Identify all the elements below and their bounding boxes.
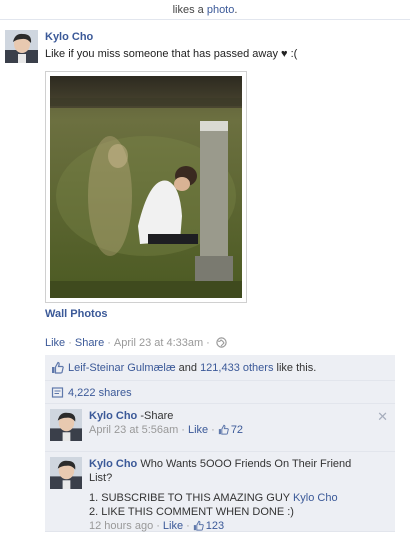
commenter-name[interactable]: Kylo Cho — [89, 458, 137, 470]
thumbs-up-icon — [218, 424, 229, 439]
comment-meta: April 23 at 5:56am · Like · 72 — [89, 424, 243, 436]
comment-mention-link[interactable]: Kylo Cho — [293, 492, 338, 504]
comment-line-2: 2. LIKE THIS COMMENT WHEN DONE :) — [89, 506, 294, 518]
globe-icon[interactable] — [216, 337, 227, 351]
comment-item: Kylo Cho -Share April 23 at 5:56am · Like ·… — [45, 404, 395, 452]
comment-likes-count[interactable]: 72 — [218, 424, 243, 436]
post-photo[interactable] — [45, 71, 247, 303]
comment-likes-value: 123 — [205, 520, 225, 532]
separator-dot: · — [186, 520, 190, 532]
post-message: Like if you miss someone that has passed… — [45, 48, 298, 60]
comment-body: Kylo Cho Who Wants 5OOO Friends On Their… — [89, 457, 375, 535]
comment-meta: 12 hours ago · Like · 123 — [89, 520, 224, 532]
liker-name-link[interactable]: Leif-Steinar Gulmælæ — [68, 362, 176, 374]
shares-count-link[interactable]: 4,222 shares — [68, 387, 132, 399]
likes-suffix: like this. — [273, 362, 317, 374]
activity-header: likes a photo. — [0, 0, 410, 20]
comment-line-1: 1. SUBSCRIBE TO THIS AMAZING GUY — [89, 492, 293, 504]
commenter-name[interactable]: Kylo Cho — [89, 410, 137, 422]
activity-prefix: likes a — [172, 4, 207, 16]
commenter-avatar[interactable] — [50, 409, 82, 441]
author-avatar[interactable] — [5, 30, 38, 63]
photo-thumbnail — [50, 76, 242, 298]
close-icon[interactable]: ✕ — [377, 409, 388, 425]
post-author-name[interactable]: Kylo Cho — [45, 31, 93, 43]
comment-item: Kylo Cho Who Wants 5OOO Friends On Their… — [45, 452, 395, 532]
post-actions: Like · Share · April 23 at 4:33am · — [45, 337, 227, 351]
share-icon — [51, 386, 64, 402]
commenter-avatar[interactable] — [50, 457, 82, 489]
separator-dot: · — [156, 520, 160, 532]
shares-summary: 4,222 shares — [45, 381, 395, 404]
separator-dot: · — [107, 337, 111, 349]
post-timestamp[interactable]: April 23 at 4:33am — [114, 337, 203, 349]
activity-suffix: . — [234, 4, 238, 16]
album-link-wall-photos[interactable]: Wall Photos — [45, 308, 108, 320]
thumbs-up-icon — [193, 520, 204, 535]
likes-summary: Leif-Steinar Gulmælæ and 121,433 others … — [45, 355, 395, 381]
comment-time[interactable]: 12 hours ago — [89, 520, 153, 532]
likes-and: and — [175, 362, 201, 374]
comment-text: -Share — [137, 410, 174, 422]
post-like-link[interactable]: Like — [45, 337, 65, 349]
thumbs-up-icon — [51, 361, 64, 377]
separator-dot: · — [211, 424, 215, 436]
separator-dot: · — [181, 424, 185, 436]
feedback-panel: Leif-Steinar Gulmælæ and 121,433 others … — [45, 355, 395, 532]
separator-dot: · — [206, 337, 210, 349]
comment-likes-count[interactable]: 123 — [193, 520, 224, 532]
others-like-link[interactable]: 121,433 others — [200, 362, 273, 374]
post-share-link[interactable]: Share — [75, 337, 104, 349]
comment-likes-value: 72 — [230, 424, 244, 436]
comment-like-link[interactable]: Like — [188, 424, 208, 436]
separator-dot: · — [68, 337, 72, 349]
comment-like-link[interactable]: Like — [163, 520, 183, 532]
comment-time[interactable]: April 23 at 5:56am — [89, 424, 178, 436]
photo-link[interactable]: photo — [207, 4, 235, 16]
comment-body: Kylo Cho -Share April 23 at 5:56am · Like ·… — [89, 409, 375, 439]
